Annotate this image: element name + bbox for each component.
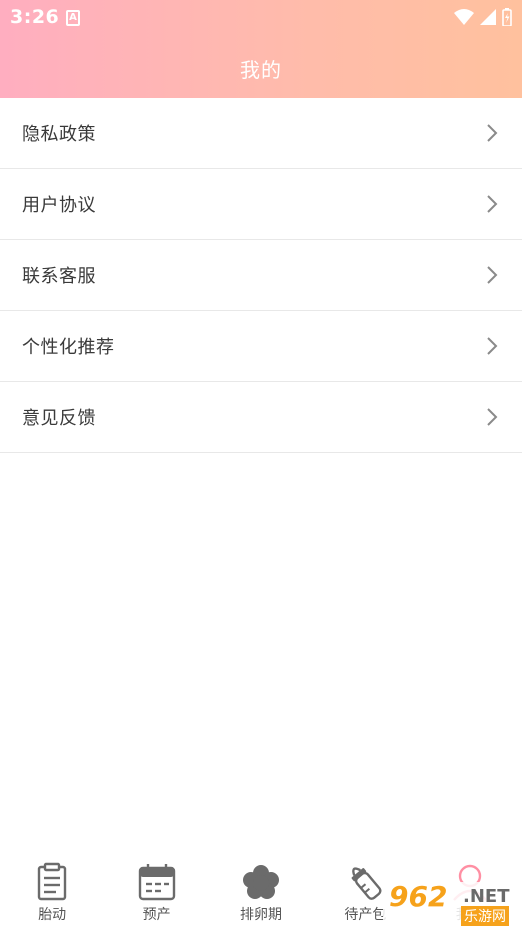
battery-icon xyxy=(502,8,512,26)
menu-item-user-agreement[interactable]: 用户协议 xyxy=(0,169,522,240)
chevron-right-icon xyxy=(487,124,498,142)
app-screen: 3:26 A 我的 隐私政策 用户协议 联系客服 个性化推荐 意见反馈 胎动 预… xyxy=(0,0,522,929)
watermark-logo: 962 .NET 乐游网 xyxy=(383,880,517,926)
watermark-number: 962 xyxy=(389,880,448,913)
tab-label: 胎动 xyxy=(38,907,67,923)
menu-item-privacy-policy[interactable]: 隐私政策 xyxy=(0,98,522,169)
wifi-icon xyxy=(454,9,474,25)
settings-menu: 隐私政策 用户协议 联系客服 个性化推荐 意见反馈 xyxy=(0,98,522,453)
menu-item-label: 意见反馈 xyxy=(22,408,96,429)
clipboard-icon xyxy=(37,862,67,901)
tab-ovulation[interactable]: 排卵期 xyxy=(209,854,313,929)
watermark-site: 乐游网 xyxy=(461,906,509,926)
notification-a-icon: A xyxy=(66,10,80,26)
menu-item-feedback[interactable]: 意见反馈 xyxy=(0,382,522,453)
status-icons xyxy=(454,8,512,26)
menu-item-contact-support[interactable]: 联系客服 xyxy=(0,240,522,311)
chevron-right-icon xyxy=(487,408,498,426)
menu-item-label: 隐私政策 xyxy=(22,124,96,145)
baby-bottle-icon xyxy=(351,867,382,900)
chevron-right-icon xyxy=(487,337,498,355)
status-bar: 3:26 A xyxy=(0,0,522,36)
chevron-right-icon xyxy=(487,195,498,213)
menu-item-label: 联系客服 xyxy=(22,266,96,287)
menu-item-personalized-recommendation[interactable]: 个性化推荐 xyxy=(0,311,522,382)
tab-fetal-movement[interactable]: 胎动 xyxy=(0,854,104,929)
tab-due-date[interactable]: 预产 xyxy=(104,854,208,929)
tab-label: 预产 xyxy=(142,907,171,923)
status-time: 3:26 xyxy=(10,6,60,28)
page-title: 我的 xyxy=(240,58,282,82)
menu-item-label: 用户协议 xyxy=(22,195,96,216)
flower-icon xyxy=(242,865,279,899)
menu-item-label: 个性化推荐 xyxy=(22,337,115,358)
chevron-right-icon xyxy=(487,266,498,284)
tab-label: 排卵期 xyxy=(239,907,282,923)
cellular-signal-icon xyxy=(480,9,496,25)
watermark-net: .NET xyxy=(463,886,510,907)
header: 3:26 A 我的 xyxy=(0,0,522,98)
tab-label: 待产包 xyxy=(344,907,387,923)
calendar-icon xyxy=(138,864,175,901)
